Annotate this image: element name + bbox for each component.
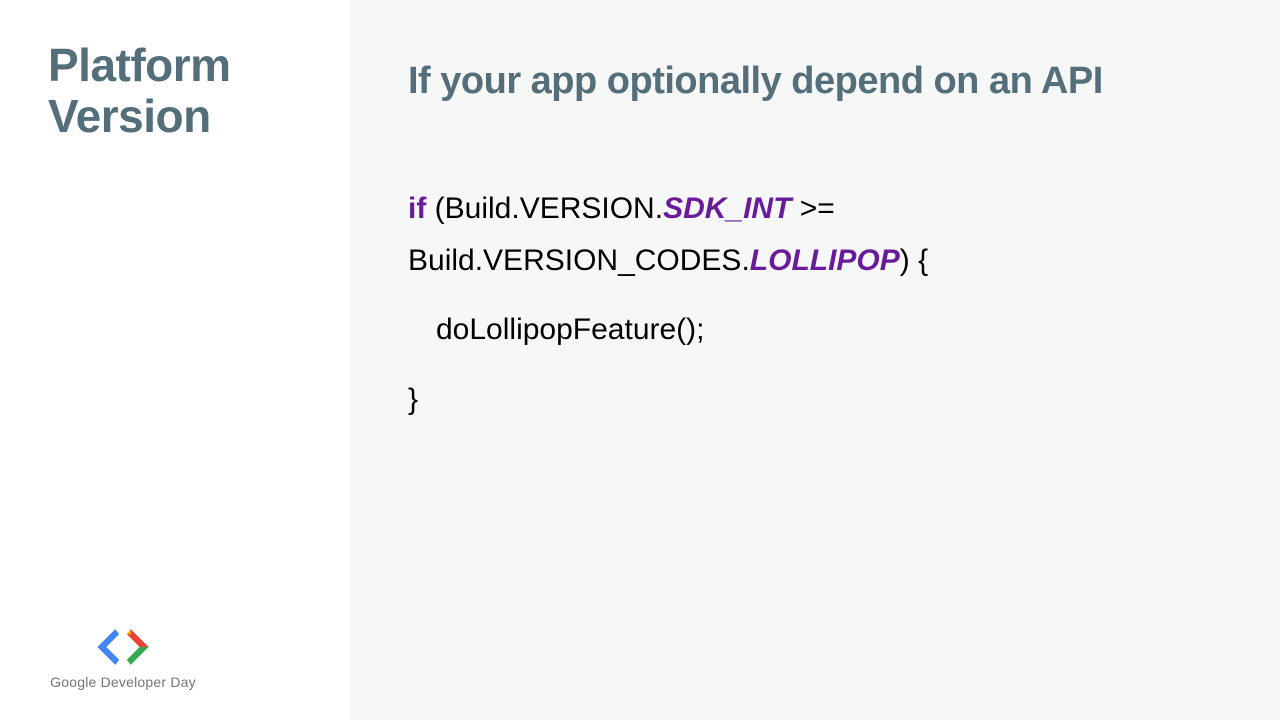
- const-sdk-int: SDK_INT: [663, 192, 791, 225]
- code-line-1: if (Build.VERSION.SDK_INT >=: [408, 183, 1220, 235]
- code-line-3: doLollipopFeature();: [408, 304, 1220, 356]
- left-panel: Platform Version Google Developer Day: [0, 0, 350, 720]
- code-line-2: Build.VERSION_CODES.LOLLIPOP) {: [408, 235, 1220, 287]
- branding-suffix: Developer Day: [97, 674, 196, 690]
- const-lollipop: LOLLIPOP: [750, 244, 900, 277]
- keyword-if: if: [408, 192, 426, 225]
- branding-text: Google Developer Day: [50, 674, 196, 690]
- code-text: >=: [791, 192, 834, 225]
- code-text: ) {: [900, 244, 928, 277]
- section-title-line2: Version: [48, 90, 211, 142]
- section-title-line1: Platform: [48, 39, 231, 91]
- branding: Google Developer Day: [48, 626, 198, 690]
- code-block: if (Build.VERSION.SDK_INT >= Build.VERSI…: [408, 183, 1220, 425]
- section-title: Platform Version: [48, 40, 320, 141]
- slide: Platform Version Google Developer Day If…: [0, 0, 1280, 720]
- developer-day-logo-icon: [91, 626, 155, 668]
- slide-headline: If your app optionally depend on an API: [408, 60, 1220, 103]
- main-panel: If your app optionally depend on an API …: [350, 0, 1280, 720]
- code-line-4: }: [408, 374, 1220, 426]
- branding-prefix: Google: [50, 674, 96, 690]
- code-text: (Build.VERSION.: [426, 192, 663, 225]
- code-text: Build.VERSION_CODES.: [408, 244, 750, 277]
- code-text: }: [408, 383, 418, 416]
- code-text: doLollipopFeature();: [436, 313, 705, 346]
